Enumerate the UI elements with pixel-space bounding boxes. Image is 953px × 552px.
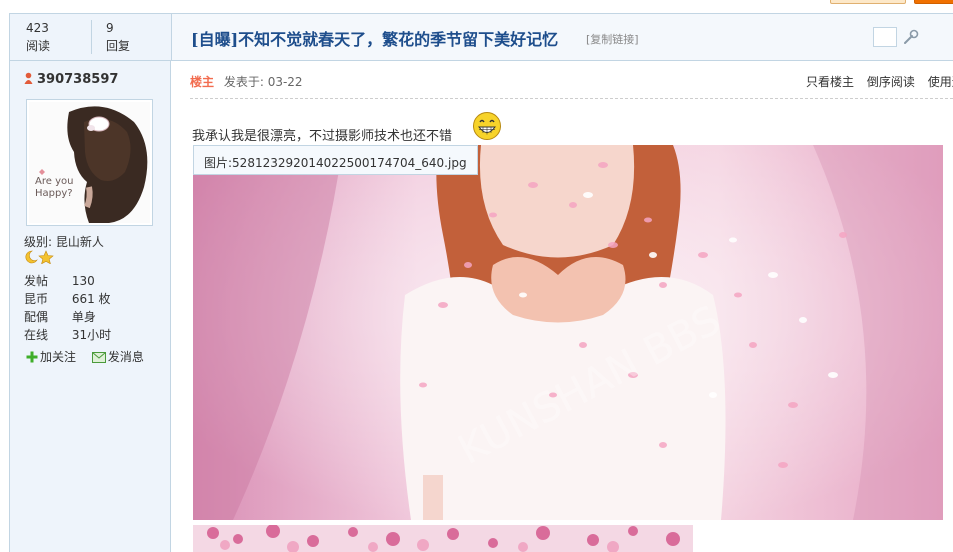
top-new-post-button[interactable] (914, 0, 953, 4)
replies-count: 9 (106, 21, 114, 35)
thread-title: [自曝]不知不觉就春天了，繁花的季节留下美好记忆 (191, 30, 559, 49)
send-message-label: 发消息 (107, 350, 144, 364)
level-value[interactable]: 昆山新人 (56, 235, 104, 249)
print-checkbox[interactable] (873, 27, 897, 47)
post-links: 只看楼主 倒序阅读 使用道 (806, 73, 953, 90)
plus-icon (26, 351, 38, 363)
level-row: 级别: 昆山新人 (24, 233, 104, 250)
post-meta: 楼主 发表于: 03-22 (190, 73, 303, 90)
avatar-image: Are you Happy? (29, 102, 150, 223)
top-strip (0, 0, 953, 13)
send-message-button[interactable]: 发消息 (91, 348, 144, 365)
post-text: 我承认我是很漂亮，不过摄影师技术也还不错 (192, 129, 453, 144)
svg-text:Happy?: Happy? (35, 188, 73, 199)
stats-divider (91, 20, 92, 54)
top-reply-button[interactable] (830, 0, 906, 4)
replies-label: 回复 (106, 39, 131, 53)
use-tool-link[interactable]: 使用道 (928, 75, 953, 89)
profile-row-coins: 昆币 661 枚 (24, 290, 111, 308)
coins-label: 昆币 (24, 292, 49, 306)
star-icon (38, 250, 54, 265)
svg-text:Are you: Are you (35, 176, 73, 187)
profile-row-posts: 发帖 130 (24, 272, 111, 290)
moon-icon (25, 250, 38, 264)
post-photo[interactable]: KUNSHAN BBS (193, 145, 943, 520)
posts-value[interactable]: 130 (72, 274, 95, 288)
female-user-icon (24, 72, 33, 84)
profile-row-spouse: 配偶 单身 (24, 308, 111, 326)
thread-stats: 423 阅读 9 回复 (9, 13, 171, 61)
envelope-icon (91, 352, 106, 363)
profile-row-online: 在线 31小时 (24, 326, 111, 344)
author-name[interactable]: 390738597 (37, 72, 118, 87)
follow-label: 加关注 (40, 350, 77, 364)
follow-button[interactable]: 加关注 (26, 348, 76, 365)
post-photo-2[interactable] (193, 525, 693, 552)
coins-value: 661 枚 (71, 292, 111, 306)
level-label: 级别: (24, 235, 53, 249)
laughing-smiley-icon (473, 112, 501, 140)
only-op-link[interactable]: 只看楼主 (806, 75, 854, 89)
online-value: 31小时 (71, 328, 112, 342)
online-label: 在线 (24, 328, 49, 342)
image-filename-tooltip: 图片:528123292014022500174704_640.jpg (193, 145, 478, 175)
op-badge: 楼主 (190, 75, 215, 89)
author-sidebar: 390738597 Are you Happy? 级别: 昆山新人 发帖 130… (9, 61, 171, 552)
post-content: 楼主 发表于: 03-22 只看楼主 倒序阅读 使用道 我承认我是很漂亮，不过摄… (172, 61, 953, 552)
views-label: 阅读 (26, 39, 51, 53)
views-count: 423 (26, 21, 49, 35)
wrench-icon[interactable] (902, 28, 920, 46)
profile-info: 发帖 130 昆币 661 枚 配偶 单身 在线 31小时 (24, 272, 111, 344)
thread-title-bar: [自曝]不知不觉就春天了，繁花的季节留下美好记忆 [复制链接] (171, 13, 953, 61)
copy-link[interactable]: [复制链接] (586, 31, 639, 47)
post-time: 发表于: 03-22 (223, 75, 303, 89)
author-actions: 加关注 发消息 (26, 348, 156, 365)
posts-label: 发帖 (24, 274, 49, 288)
avatar[interactable]: Are you Happy? (26, 99, 153, 226)
spouse-label: 配偶 (24, 310, 49, 324)
post-divider (190, 98, 953, 99)
spouse-value: 单身 (71, 310, 96, 324)
replies-stat: 9 回复 (106, 21, 130, 54)
level-icons (24, 250, 56, 267)
author-name-row[interactable]: 390738597 (24, 72, 118, 87)
views-stat: 423 阅读 (26, 21, 50, 54)
reverse-order-link[interactable]: 倒序阅读 (867, 75, 915, 89)
